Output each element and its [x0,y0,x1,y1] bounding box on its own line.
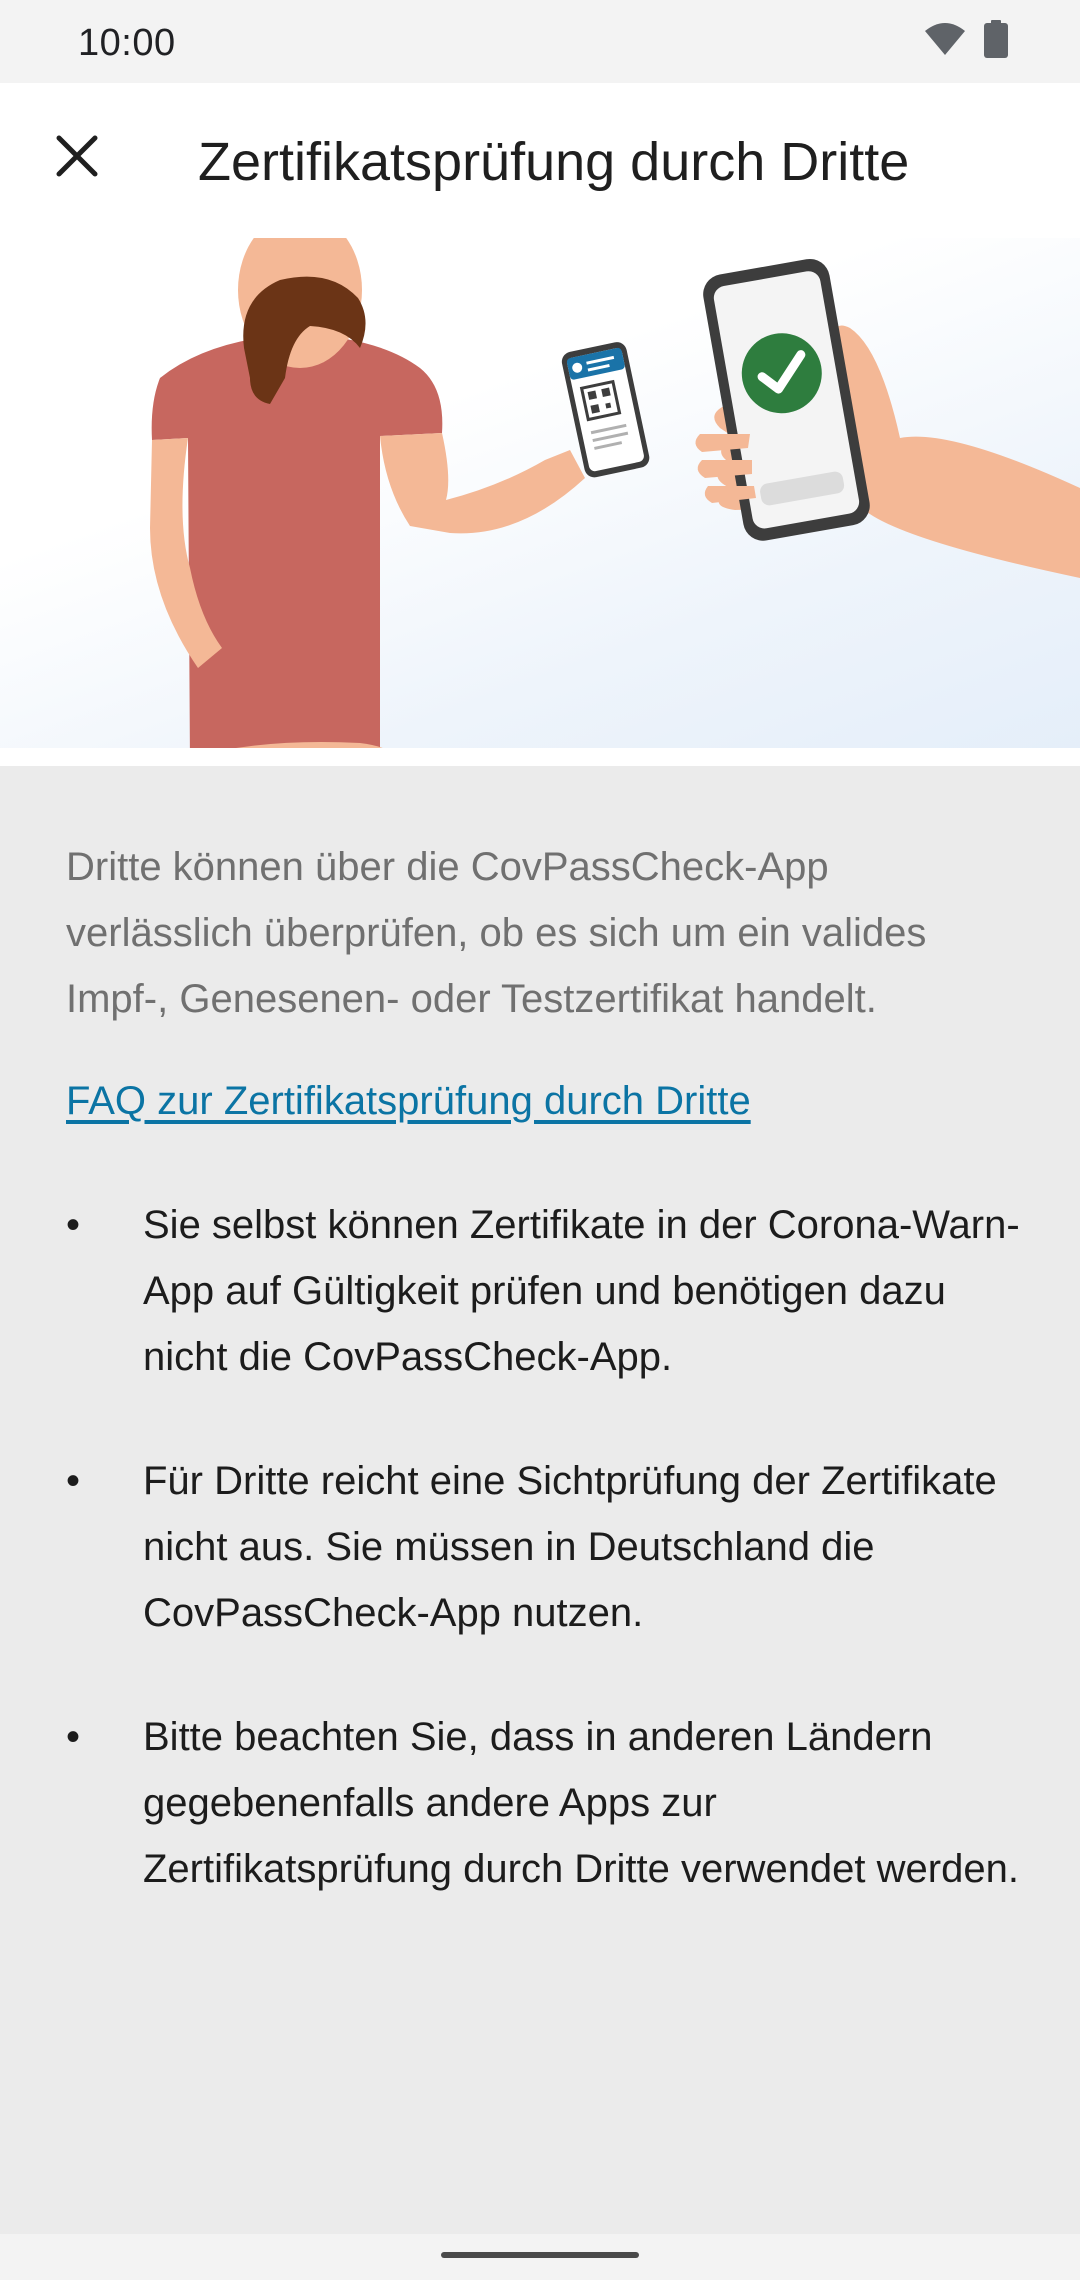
person-shirt [151,334,443,766]
list-item: • Für Dritte reicht eine Sichtprüfung de… [66,1448,1026,1646]
bullet-text: Sie selbst können Zertifikate in der Cor… [143,1203,1020,1379]
list-item: • Bitte beachten Sie, dass in anderen Lä… [66,1704,1026,1902]
person-right-arm [380,433,585,534]
battery-icon [984,20,1008,58]
list-item: • Sie selbst können Zertifikate in der C… [66,1192,1026,1390]
gesture-handle[interactable] [441,2252,639,2258]
app-bar: Zertifikatsprüfung durch Dritte [0,83,1080,238]
intro-text: Dritte können über die CovPassCheck-App … [66,845,927,1021]
close-button[interactable] [34,113,120,199]
hero-divider [0,748,1080,766]
wifi-icon [925,23,965,55]
status-bar: 10:00 [0,0,1080,83]
bullet-icon: • [66,1459,81,1503]
status-time: 10:00 [78,22,176,64]
certificate-check-illustration [150,238,1080,766]
bullet-icon: • [66,1715,81,1759]
navigation-bar [0,2234,1080,2280]
bullet-icon: • [66,1203,81,1247]
hero-illustration [0,238,1080,766]
content-area: Dritte können über die CovPassCheck-App … [0,766,1080,2234]
status-icons [924,20,1008,58]
info-bullet-list: • Sie selbst können Zertifikate in der C… [66,1192,1026,1960]
bullet-text: Für Dritte reicht eine Sichtprüfung der … [143,1459,997,1635]
page-title: Zertifikatsprüfung durch Dritte [198,132,910,192]
bullet-text: Bitte beachten Sie, dass in anderen Länd… [143,1715,1019,1891]
close-icon [56,135,98,177]
faq-link[interactable]: FAQ zur Zertifikatsprüfung durch Dritte [66,1068,751,1134]
